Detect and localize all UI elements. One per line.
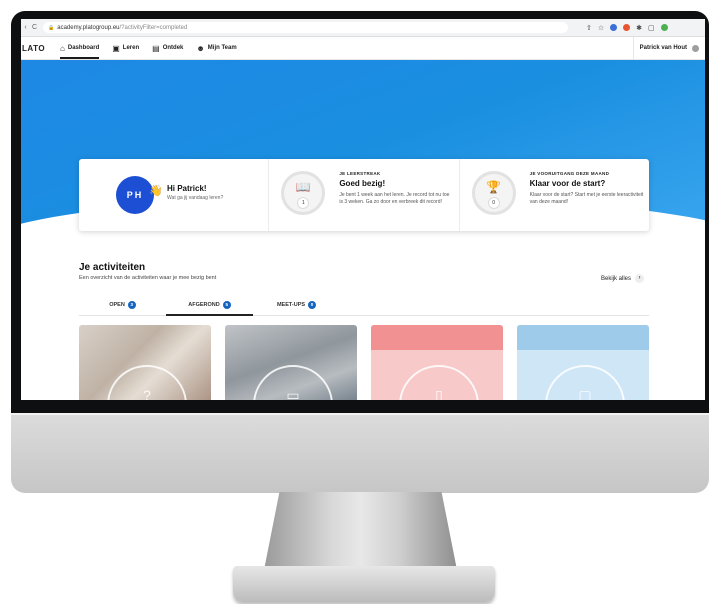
progress-title: Klaar voor de start?: [529, 179, 606, 188]
greeting-title: Hi Patrick!: [167, 184, 207, 193]
back-button[interactable]: ‹: [21, 24, 30, 31]
user-avatar: [692, 44, 699, 52]
question-icon: ?: [143, 387, 151, 400]
activity-tabs: OPEN 3 AFGEROND 5 MEET-UPS 0: [79, 294, 649, 316]
screen: ‹ C 🔒 academy.platogroup.eu /?activityFi…: [21, 19, 705, 400]
activity-ring: ▯: [399, 365, 479, 400]
learn-icon: ▣: [112, 43, 120, 53]
greeting-subtitle: Wat ga jij vandaag leren?: [167, 195, 224, 201]
nav-ontdek-label: Ontdek: [162, 45, 184, 51]
trophy-icon: 🏆: [486, 180, 502, 194]
activities-subtitle: Een overzicht van de activiteiten waar j…: [79, 275, 217, 281]
url-host: academy.platogroup.eu: [57, 24, 120, 31]
activity-card[interactable]: ?: [79, 325, 211, 400]
app-navbar: LATO ⌂ Dashboard ▣ Leren ▤ Ontdek ☻ Mijn…: [21, 37, 705, 60]
sidebar-icon[interactable]: ▢: [648, 24, 655, 32]
lock-icon: 🔒: [48, 24, 55, 31]
summary-cards: PH 👋 Hi Patrick! Wat ga jij vandaag lere…: [79, 159, 649, 231]
progress-text: Klaar voor de start? Start met je eerste…: [529, 192, 644, 205]
nav-leren-label: Leren: [122, 45, 140, 51]
card-band: [371, 325, 503, 350]
extension-icon[interactable]: [623, 24, 631, 31]
greeting-card: PH 👋 Hi Patrick! Wat ga jij vandaag lere…: [79, 159, 270, 231]
nav-mijn-team[interactable]: ☻ Mijn Team: [196, 37, 236, 59]
view-all-link[interactable]: Bekijk alles ›: [601, 274, 645, 283]
progress-card[interactable]: 🏆 0 JE VOORUITGANG DEZE MAAND Klaar voor…: [460, 159, 649, 231]
tab-open-count: 3: [127, 300, 136, 309]
tab-meet-ups[interactable]: MEET-UPS 0: [253, 294, 340, 315]
puzzle-icon[interactable]: ✱: [636, 24, 642, 32]
activity-ring: ▢: [545, 365, 625, 400]
nav-dashboard-label: Dashboard: [67, 45, 100, 51]
user-menu[interactable]: Patrick van Hout: [632, 37, 705, 59]
book-icon: 📖: [295, 180, 311, 194]
activity-card[interactable]: ▯: [371, 325, 503, 400]
progress-badge: 🏆 0: [471, 171, 516, 215]
share-icon[interactable]: ⇧: [586, 24, 592, 32]
progress-count: 0: [488, 198, 499, 208]
activities-title: Je activiteiten: [79, 262, 146, 273]
streak-count: 1: [298, 198, 309, 208]
browser-toolbar: ‹ C 🔒 academy.platogroup.eu /?activityFi…: [21, 19, 705, 37]
streak-eyebrow: JE LEERSTREAK: [339, 171, 381, 176]
tab-meet-ups-count: 0: [308, 300, 317, 309]
streak-text: Je bent 1 week aan het leren. Je record …: [339, 192, 450, 205]
streak-badge: 📖 1: [281, 171, 326, 215]
tab-afgerond[interactable]: AFGEROND 5: [166, 294, 253, 316]
profile-icon[interactable]: [660, 24, 668, 31]
card-band: [517, 325, 649, 350]
tab-meet-ups-label: MEET-UPS: [276, 301, 306, 308]
nav-leren[interactable]: ▣ Leren: [112, 37, 139, 59]
nav-mijn-team-label: Mijn Team: [207, 45, 237, 51]
monitor-chin: [11, 413, 709, 493]
activity-ring: ?: [107, 365, 187, 400]
logo[interactable]: LATO: [22, 44, 45, 53]
activity-card[interactable]: ▢: [517, 325, 649, 400]
monitor-stand-neck: [264, 492, 457, 570]
presentation-icon: ▭: [286, 387, 300, 400]
tab-open-label: OPEN: [109, 301, 125, 308]
activity-card[interactable]: ▭: [225, 325, 357, 400]
browser-extensions: ⇧ ☆ ✱ ▢: [586, 24, 668, 32]
team-icon: ☻: [196, 43, 205, 53]
discover-icon: ▤: [152, 43, 160, 53]
tab-open[interactable]: OPEN 3: [79, 294, 166, 315]
url-path: /?activityFilter=completed: [119, 24, 188, 31]
activity-ring: ▭: [253, 365, 333, 400]
nav-dashboard[interactable]: ⌂ Dashboard: [60, 37, 100, 59]
extension-icon[interactable]: [610, 24, 618, 31]
tab-afgerond-count: 5: [222, 300, 231, 309]
progress-eyebrow: JE VOORUITGANG DEZE MAAND: [529, 171, 610, 176]
monitor-stand-base: [233, 566, 495, 602]
view-all-label: Bekijk alles: [601, 275, 632, 282]
home-icon: ⌂: [60, 43, 65, 53]
address-bar[interactable]: 🔒 academy.platogroup.eu /?activityFilter…: [43, 22, 568, 33]
streak-title: Goed bezig!: [339, 179, 386, 188]
wave-icon: 👋: [149, 185, 163, 197]
nav-ontdek[interactable]: ▤ Ontdek: [152, 37, 183, 59]
tab-afgerond-label: AFGEROND: [188, 301, 220, 308]
chevron-right-icon: ›: [635, 274, 645, 283]
streak-card[interactable]: 📖 1 JE LEERSTREAK Goed bezig! Je bent 1 …: [269, 159, 460, 231]
document-icon: ▯: [435, 387, 443, 400]
star-icon[interactable]: ☆: [598, 24, 604, 32]
image-icon: ▢: [578, 387, 592, 400]
reload-button[interactable]: C: [30, 24, 39, 31]
user-name: Patrick van Hout: [639, 45, 687, 51]
